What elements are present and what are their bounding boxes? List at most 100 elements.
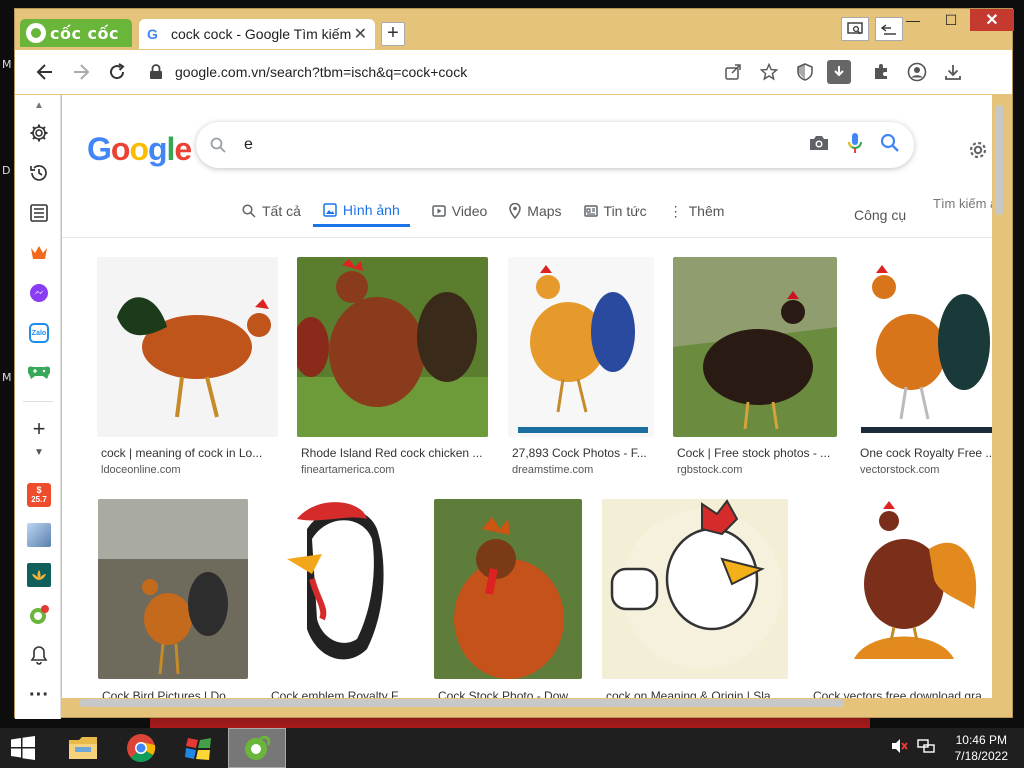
taskbar-file-explorer[interactable]: [54, 728, 112, 768]
screenshot-icon[interactable]: [841, 17, 869, 41]
browser-window: cốc cốc G cock cock - Google Tìm kiếm ✕ …: [14, 8, 1014, 719]
image-result[interactable]: cock | meaning of cock in Lo... ldoceonl…: [97, 257, 278, 476]
result-thumbnail[interactable]: [97, 257, 278, 437]
result-thumbnail[interactable]: [602, 499, 788, 679]
image-result[interactable]: Cock vectors free download gra...: [809, 499, 992, 698]
result-source[interactable]: vectorstock.com: [860, 464, 939, 476]
shopee-icon[interactable]: $25.7: [27, 483, 51, 507]
share-icon[interactable]: [719, 58, 747, 86]
messenger-icon[interactable]: [27, 281, 51, 305]
safe-search-link[interactable]: Tìm kiếm an: [933, 196, 992, 211]
result-caption[interactable]: cock | meaning of cock in Lo...: [101, 446, 276, 460]
network-icon[interactable]: [916, 738, 935, 759]
game-controller-icon[interactable]: [27, 361, 51, 385]
tab-images[interactable]: Hình ảnh: [312, 195, 410, 227]
result-caption[interactable]: Cock Bird Pictures | Do...: [102, 689, 246, 698]
search-box[interactable]: e: [196, 122, 914, 168]
result-thumbnail[interactable]: [809, 499, 992, 679]
tools-button[interactable]: Công cụ: [854, 207, 906, 223]
download-savior-icon[interactable]: [827, 60, 851, 84]
result-thumbnail[interactable]: [98, 499, 248, 679]
image-result[interactable]: One cock Royalty Free ... vectorstock.co…: [856, 257, 992, 476]
coccoc-notify-icon[interactable]: [27, 603, 51, 627]
result-caption[interactable]: cock on Meaning & Origin | Sla...: [606, 689, 786, 698]
forward-arrow-icon[interactable]: [63, 54, 99, 90]
result-caption[interactable]: One cock Royalty Free ...: [860, 446, 992, 460]
image-result[interactable]: Rhode Island Red cock chicken ... finear…: [297, 257, 488, 476]
close-window-button[interactable]: ✕: [970, 9, 1014, 31]
image-result[interactable]: 27,893 Cock Photos - F... dreamstime.com: [508, 257, 654, 476]
minimize-button[interactable]: —: [895, 9, 931, 31]
coccoc-menu-button[interactable]: cốc cốc: [20, 19, 132, 47]
more-dots-icon[interactable]: ···: [27, 683, 51, 707]
result-thumbnail[interactable]: [673, 257, 837, 437]
back-arrow-icon[interactable]: [27, 54, 63, 90]
google-logo[interactable]: Google: [87, 131, 192, 168]
maximize-button[interactable]: ☐: [933, 9, 969, 31]
clock[interactable]: 10:46 PM 7/18/2022: [955, 732, 1008, 764]
zalo-icon[interactable]: Zalo: [27, 321, 51, 345]
shield-icon[interactable]: [791, 58, 819, 86]
search-submit-icon[interactable]: [880, 133, 900, 158]
chevron-down-icon[interactable]: ▼: [27, 445, 51, 459]
map-pin-icon: [509, 203, 522, 219]
add-shortcut-plus-icon[interactable]: +: [27, 416, 51, 441]
result-source[interactable]: rgbstock.com: [677, 464, 742, 476]
camera-icon[interactable]: [808, 134, 830, 157]
taskbar-app-windows[interactable]: [170, 728, 228, 768]
tab-all[interactable]: Tất cả: [242, 195, 301, 227]
start-button[interactable]: [0, 728, 46, 768]
downloads-icon[interactable]: [939, 58, 967, 86]
bookmark-star-icon[interactable]: [755, 58, 783, 86]
result-source[interactable]: fineartamerica.com: [301, 464, 395, 476]
brand-name: cốc cốc: [50, 23, 119, 43]
address-bar[interactable]: google.com.vn/search?tbm=isch&q=cock+coc…: [143, 56, 713, 88]
tab-news[interactable]: Tin tức: [583, 195, 647, 227]
anime-avatar-icon[interactable]: [27, 523, 51, 547]
result-thumbnail[interactable]: [856, 257, 992, 437]
image-result[interactable]: Cock Stock Photo - Dow...: [434, 499, 582, 698]
search-input[interactable]: e: [244, 136, 808, 154]
tab-more[interactable]: ⋮ Thêm: [669, 195, 725, 227]
new-tab-button[interactable]: +: [381, 22, 405, 46]
search-icon: [210, 137, 226, 153]
result-thumbnail[interactable]: [434, 499, 582, 679]
result-caption[interactable]: 27,893 Cock Photos - F...: [512, 446, 652, 460]
taskbar-chrome[interactable]: [112, 728, 170, 768]
result-caption[interactable]: Cock vectors free download gra...: [813, 689, 992, 698]
result-caption[interactable]: Cock | Free stock photos - ...: [677, 446, 835, 460]
crown-icon[interactable]: [27, 241, 51, 265]
result-thumbnail[interactable]: [297, 257, 488, 437]
result-source[interactable]: dreamstime.com: [512, 464, 593, 476]
lotus-app-icon[interactable]: [27, 563, 51, 587]
result-caption[interactable]: Cock Stock Photo - Dow...: [438, 689, 580, 698]
tab-maps[interactable]: Maps: [509, 195, 562, 227]
result-caption[interactable]: Rhode Island Red cock chicken ...: [301, 446, 486, 460]
tab-close-button[interactable]: ✕: [354, 24, 367, 44]
reload-icon[interactable]: [99, 54, 135, 90]
result-caption[interactable]: Cock emblem Royalty F...: [271, 689, 413, 698]
profile-avatar-icon[interactable]: [903, 58, 931, 86]
result-thumbnail[interactable]: [267, 499, 415, 679]
vertical-scrollbar[interactable]: [995, 105, 1003, 215]
image-result[interactable]: Cock | Free stock photos - ... rgbstock.…: [673, 257, 837, 476]
extensions-puzzle-icon[interactable]: [867, 58, 895, 86]
horizontal-scrollbar[interactable]: [79, 699, 844, 707]
volume-muted-icon[interactable]: [891, 738, 909, 759]
microphone-icon[interactable]: [848, 132, 862, 159]
image-result[interactable]: cock on Meaning & Origin | Sla...: [602, 499, 788, 698]
bell-icon[interactable]: [27, 643, 51, 667]
result-source[interactable]: ldoceonline.com: [101, 464, 181, 476]
taskbar-coccoc[interactable]: [228, 728, 286, 768]
reading-list-icon[interactable]: [27, 201, 51, 225]
settings-gear-icon[interactable]: [27, 121, 51, 145]
page-settings-gear-icon[interactable]: [967, 139, 989, 167]
sidebar-scroll-up-icon[interactable]: ▲: [27, 99, 51, 111]
tab-video[interactable]: Video: [431, 195, 487, 227]
image-result[interactable]: Cock emblem Royalty F...: [267, 499, 415, 698]
sidebar-divider: [23, 401, 53, 402]
image-result[interactable]: Cock Bird Pictures | Do...: [98, 499, 248, 698]
result-thumbnail[interactable]: [508, 257, 654, 437]
history-icon[interactable]: [27, 161, 51, 185]
browser-tab[interactable]: G cock cock - Google Tìm kiếm ✕: [139, 19, 375, 49]
